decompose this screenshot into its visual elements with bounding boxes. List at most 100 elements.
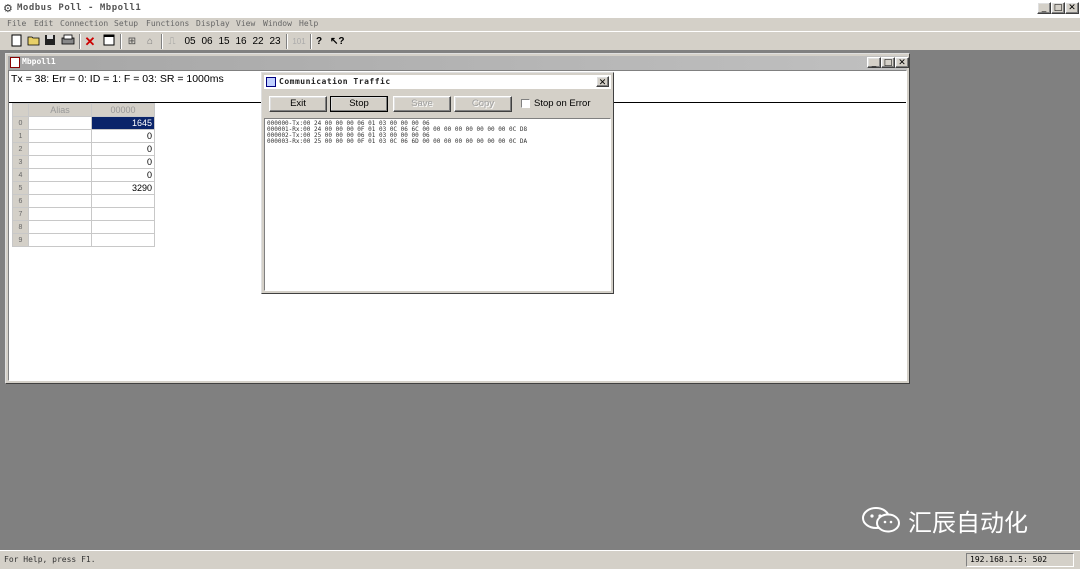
read-write-icon[interactable]: ⊞	[125, 34, 139, 49]
child-maximize-button[interactable]: □	[881, 57, 895, 68]
open-folder-icon[interactable]	[26, 34, 41, 49]
disconnect-icon[interactable]: ✕	[83, 34, 97, 49]
value-cell[interactable]: 0	[91, 142, 155, 156]
app-title: Modbus Poll - Mbpoll1	[17, 3, 142, 13]
maximize-button[interactable]: □	[1051, 2, 1065, 14]
status-bar: For Help, press F1. 192.168.1.5: 502	[0, 550, 1080, 569]
child-window-icon	[10, 57, 20, 68]
alias-cell[interactable]	[28, 155, 92, 169]
table-row[interactable]: 10	[12, 129, 155, 143]
traffic-log[interactable]: 000000-Tx:00 24 00 00 00 06 01 03 00 00 …	[264, 118, 611, 291]
row-header: 6	[12, 194, 29, 208]
fc22-button[interactable]: 22	[250, 34, 266, 49]
fc05-button[interactable]: 05	[182, 34, 198, 49]
watermark-text: 汇辰自动化	[908, 508, 1028, 537]
menu-window[interactable]: Window	[263, 19, 292, 28]
watermark: 汇辰自动化	[860, 502, 1028, 538]
value-cell[interactable]: 0	[91, 168, 155, 182]
dialog-titlebar[interactable]: Communication Traffic ✕	[264, 75, 611, 89]
value-cell[interactable]	[91, 207, 155, 221]
child-minimize-button[interactable]: _	[867, 57, 881, 68]
value-cell[interactable]: 0	[91, 129, 155, 143]
fc06-button[interactable]: 06	[199, 34, 215, 49]
row-header: 9	[12, 233, 29, 247]
value-cell[interactable]	[91, 194, 155, 208]
poll-status-line: Tx = 38: Err = 0: ID = 1: F = 03: SR = 1…	[11, 73, 224, 85]
row-header: 8	[12, 220, 29, 234]
alias-cell[interactable]	[28, 233, 92, 247]
value-cell[interactable]: 1645	[91, 116, 155, 130]
table-row[interactable]: 30	[12, 155, 155, 169]
stop-on-error-label[interactable]: Stop on Error	[534, 98, 591, 109]
menu-file[interactable]: File	[7, 19, 26, 28]
table-row[interactable]: 6	[12, 194, 155, 208]
row-header: 3	[12, 155, 29, 169]
fc15-button[interactable]: 15	[216, 34, 232, 49]
fc16-button[interactable]: 16	[233, 34, 249, 49]
child-close-button[interactable]: ✕	[895, 57, 909, 68]
close-button[interactable]: ✕	[1065, 2, 1079, 14]
row-header: 7	[12, 207, 29, 221]
menu-bar: File Edit Connection Setup Functions Dis…	[0, 18, 1080, 31]
alias-cell[interactable]	[28, 181, 92, 195]
alias-cell[interactable]	[28, 129, 92, 143]
alias-cell[interactable]	[28, 194, 92, 208]
traffic-line: 000003-Rx:00 25 00 00 00 0F 01 03 0C 06 …	[267, 138, 528, 145]
dialog-window-icon	[266, 77, 276, 87]
table-row[interactable]: 8	[12, 220, 155, 234]
print-icon[interactable]	[60, 34, 75, 49]
save-button: Save	[393, 96, 451, 112]
connection-address: 192.168.1.5: 502	[966, 553, 1074, 567]
value-cell[interactable]: 3290	[91, 181, 155, 195]
dialog-close-button[interactable]: ✕	[596, 76, 609, 87]
alias-cell[interactable]	[28, 116, 92, 130]
menu-functions[interactable]: Functions	[146, 19, 189, 28]
menu-display[interactable]: Display	[196, 19, 230, 28]
child-titlebar[interactable]: Mbpoll1 _ □ ✕	[8, 56, 909, 70]
alias-cell[interactable]	[28, 142, 92, 156]
menu-setup[interactable]: Setup	[114, 19, 138, 28]
table-row[interactable]: 40	[12, 168, 155, 182]
value-cell[interactable]	[91, 233, 155, 247]
modbus-app-icon[interactable]: ⚙	[3, 3, 15, 15]
child-window-controls: _ □ ✕	[867, 57, 909, 68]
table-row[interactable]: 9	[12, 233, 155, 247]
wechat-icon	[860, 505, 902, 535]
copy-button: Copy	[454, 96, 512, 112]
table-row[interactable]: 0 1645	[12, 116, 155, 130]
communication-traffic-dialog[interactable]: Communication Traffic ✕ Exit Stop Save C…	[261, 72, 614, 294]
menu-help[interactable]: Help	[299, 19, 318, 28]
dialog-title: Communication Traffic	[279, 77, 391, 86]
value-cell[interactable]	[91, 220, 155, 234]
menu-connection[interactable]: Connection	[60, 19, 108, 28]
context-help-icon[interactable]: ↖?	[330, 34, 345, 49]
alias-cell[interactable]	[28, 168, 92, 182]
menu-view[interactable]: View	[236, 19, 255, 28]
read-once-icon[interactable]: ⌂	[143, 34, 157, 49]
stop-on-error-checkbox[interactable]	[521, 99, 530, 108]
toolbar: ✕ ⊞ ⌂ ⎍ 05 06 15 16 22 23 101 ? ↖?	[0, 31, 1080, 51]
app-titlebar[interactable]: ⚙ Modbus Poll - Mbpoll1 _ □ ✕	[0, 0, 1080, 19]
value-cell[interactable]: 0	[91, 155, 155, 169]
exit-button[interactable]: Exit	[269, 96, 327, 112]
minimize-button[interactable]: _	[1037, 2, 1051, 14]
table-row[interactable]: 20	[12, 142, 155, 156]
alias-cell[interactable]	[28, 207, 92, 221]
toolbar-separator	[310, 34, 312, 49]
help-hint: For Help, press F1.	[4, 555, 96, 564]
save-disk-icon[interactable]	[43, 34, 57, 49]
address-column-header[interactable]: 00000	[91, 103, 155, 117]
row-header: 1	[12, 129, 29, 143]
menu-edit[interactable]: Edit	[34, 19, 53, 28]
alias-cell[interactable]	[28, 220, 92, 234]
alias-column-header[interactable]: Alias	[28, 103, 92, 117]
new-file-icon[interactable]	[9, 34, 23, 49]
table-row[interactable]: 7	[12, 207, 155, 221]
table-row[interactable]: 5 3290	[12, 181, 155, 195]
register-table[interactable]: Alias 00000 0 1645 10 20 30 40 5 3290 6 7 …	[12, 103, 155, 247]
about-icon[interactable]: ?	[313, 34, 325, 49]
pulse-icon: ⎍	[168, 36, 176, 47]
fc23-button[interactable]: 23	[267, 34, 283, 49]
stop-button[interactable]: Stop	[330, 96, 388, 112]
window-icon[interactable]	[102, 34, 116, 49]
